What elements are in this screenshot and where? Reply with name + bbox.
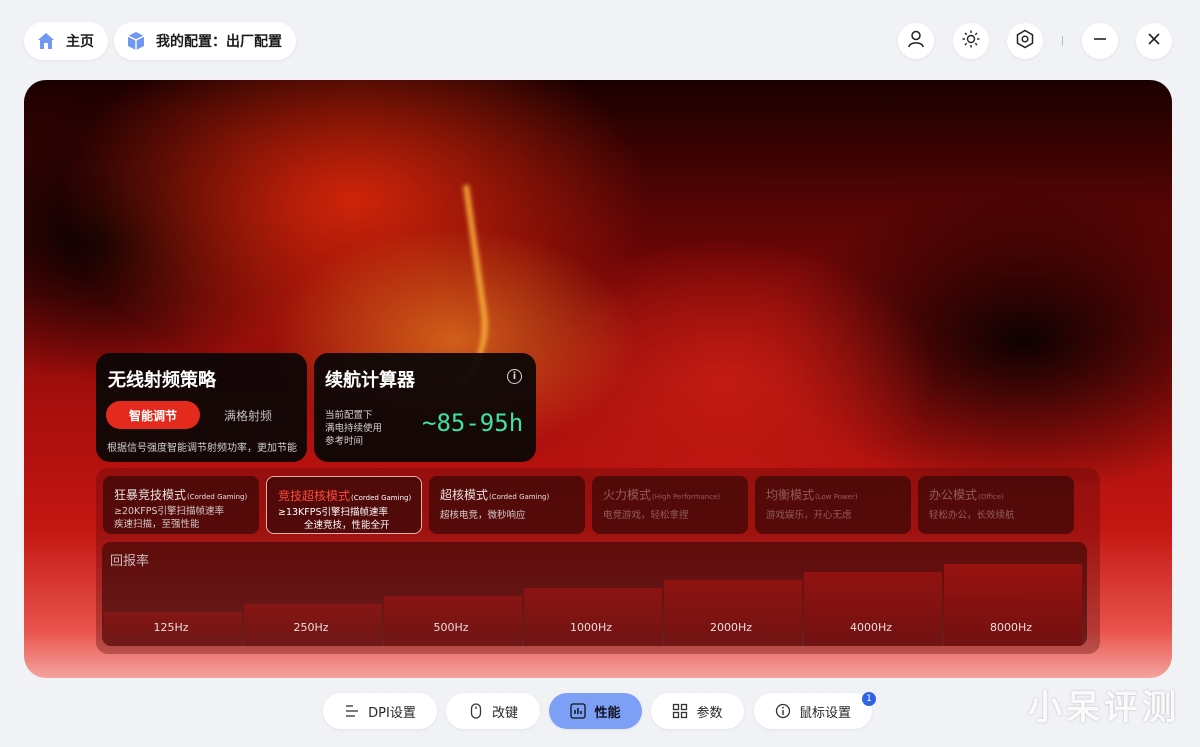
tab-keys-label: 改键	[491, 705, 518, 721]
tab-mouse-settings-label: 鼠标设置	[798, 705, 851, 721]
mode-card-balanced[interactable]: 均衡模式(Low Power) 游戏娱乐，开心无虑	[755, 476, 911, 534]
battery-line-1: 当前配置下	[325, 410, 373, 421]
rate-label-1000: 1000Hz	[569, 621, 613, 634]
tab-params[interactable]: 参数	[651, 693, 744, 729]
battery-calculator-title: 续航计算器	[325, 370, 415, 391]
mode-name: 竞技超核模式(Corded Gaming)	[278, 489, 412, 503]
info-circle-icon	[775, 703, 791, 719]
home-label: 主页	[66, 34, 94, 50]
profile-label: 我的配置：出厂配置	[156, 34, 282, 50]
minimize-icon	[1092, 31, 1108, 51]
tab-keys[interactable]: 改键	[446, 693, 540, 729]
minimize-button[interactable]	[1082, 23, 1118, 59]
mode-card-firepower[interactable]: 火力模式(High Performance) 电竞游戏，轻松拿捏	[592, 476, 748, 534]
user-icon	[906, 29, 926, 53]
notification-badge: 1	[862, 692, 876, 706]
mode-desc-line: 电竞游戏，轻松拿捏	[603, 510, 689, 521]
sliders-icon	[344, 703, 360, 719]
watermark: 小呆评测	[1028, 688, 1180, 728]
mode-name: 均衡模式(Low Power)	[766, 488, 858, 502]
mode-desc-line: ≥20KFPS引擎扫描帧速率	[114, 506, 225, 517]
polling-rate-title: 回报率	[110, 554, 150, 569]
tab-dpi[interactable]: DPI设置	[323, 693, 437, 729]
info-icon[interactable]: i	[507, 369, 522, 384]
mode-name: 办公模式(Office)	[929, 488, 1004, 502]
lighting-button[interactable]	[953, 23, 989, 59]
rate-label-2000: 2000Hz	[709, 621, 753, 634]
hexagon-settings-icon	[1015, 29, 1035, 53]
full-rf-button[interactable]: 满格射频	[212, 401, 284, 429]
tab-dpi-label: DPI设置	[368, 705, 416, 721]
account-button[interactable]	[898, 23, 934, 59]
mode-desc-line: 疾速扫描，至强性能	[114, 519, 200, 530]
mode-desc-line: ≥13KFPS引擎扫描帧速率	[278, 507, 389, 518]
home-icon	[34, 29, 58, 53]
tab-performance-label: 性能	[594, 705, 621, 721]
rate-bar-4000[interactable]	[804, 572, 942, 646]
rate-bar-1000[interactable]	[524, 588, 662, 646]
sun-icon	[961, 29, 981, 53]
wireless-rf-title: 无线射频策略	[108, 370, 216, 391]
rate-label-500: 500Hz	[433, 621, 469, 634]
wireless-rf-description: 根据信号强度智能调节射频功率，更加节能	[107, 443, 297, 454]
mouse-icon	[468, 703, 484, 719]
home-button[interactable]: 主页	[24, 22, 108, 60]
polling-rate-area: 回报率 125Hz 250Hz 500Hz 1000Hz 2000Hz 4000…	[102, 542, 1087, 646]
rate-label-125: 125Hz	[153, 621, 189, 634]
smart-adjust-button[interactable]: 智能调节	[106, 401, 200, 429]
tab-mouse-settings[interactable]: 鼠标设置	[754, 693, 872, 729]
mode-desc-line: 游戏娱乐，开心无虑	[766, 510, 852, 521]
rate-label-8000: 8000Hz	[989, 621, 1033, 634]
mode-card-office[interactable]: 办公模式(Office) 轻松办公，长效续航	[918, 476, 1074, 534]
battery-estimate: ~85-95h	[422, 409, 524, 437]
rate-bar-2000[interactable]	[664, 580, 802, 646]
mode-name: 超核模式(Corded Gaming)	[440, 488, 550, 502]
battery-line-3: 参考时间	[325, 436, 364, 447]
rate-label-250: 250Hz	[293, 621, 329, 634]
chart-icon	[570, 703, 587, 719]
close-button[interactable]	[1136, 23, 1172, 59]
mode-name: 火力模式(High Performance)	[603, 488, 721, 502]
close-icon	[1146, 31, 1162, 51]
tab-params-label: 参数	[696, 705, 723, 721]
cube-icon	[124, 29, 148, 53]
mode-desc-line: 全速竞技，性能全开	[304, 520, 390, 531]
settings-button[interactable]	[1007, 23, 1043, 59]
tab-performance[interactable]: 性能	[549, 693, 642, 729]
mode-card-ultra[interactable]: 超核模式(Corded Gaming) 超核电竞，微秒响应	[429, 476, 585, 534]
battery-line-2: 满电持续使用	[325, 423, 383, 434]
mode-name: 狂暴竞技模式(Corded Gaming)	[114, 488, 248, 502]
mode-desc-line: 轻松办公，长效续航	[929, 510, 1015, 521]
wireless-rf-card: 无线射频策略 智能调节 满格射频 根据信号强度智能调节射频功率，更加节能	[96, 353, 307, 462]
mode-desc-line: 超核电竞，微秒响应	[440, 510, 526, 521]
toolbar-divider	[1062, 36, 1063, 46]
app-window: 主页 我的配置：出厂配置 无线射频策略 智能调节 满格射频 根据信号强度智能调节…	[0, 0, 1200, 747]
battery-calculator-card: 续航计算器 i 当前配置下 满电持续使用 参考时间 ~85-95h	[314, 353, 536, 462]
mode-card-frenzy[interactable]: 狂暴竞技模式(Corded Gaming) ≥20KFPS引擎扫描帧速率 疾速扫…	[103, 476, 259, 534]
mode-card-competitive-ultra[interactable]: 竞技超核模式(Corded Gaming) ≥13KFPS引擎扫描帧速率 全速竞…	[266, 476, 422, 534]
profile-button[interactable]: 我的配置：出厂配置	[114, 22, 296, 60]
rate-label-4000: 4000Hz	[849, 621, 893, 634]
grid-icon	[672, 703, 688, 719]
